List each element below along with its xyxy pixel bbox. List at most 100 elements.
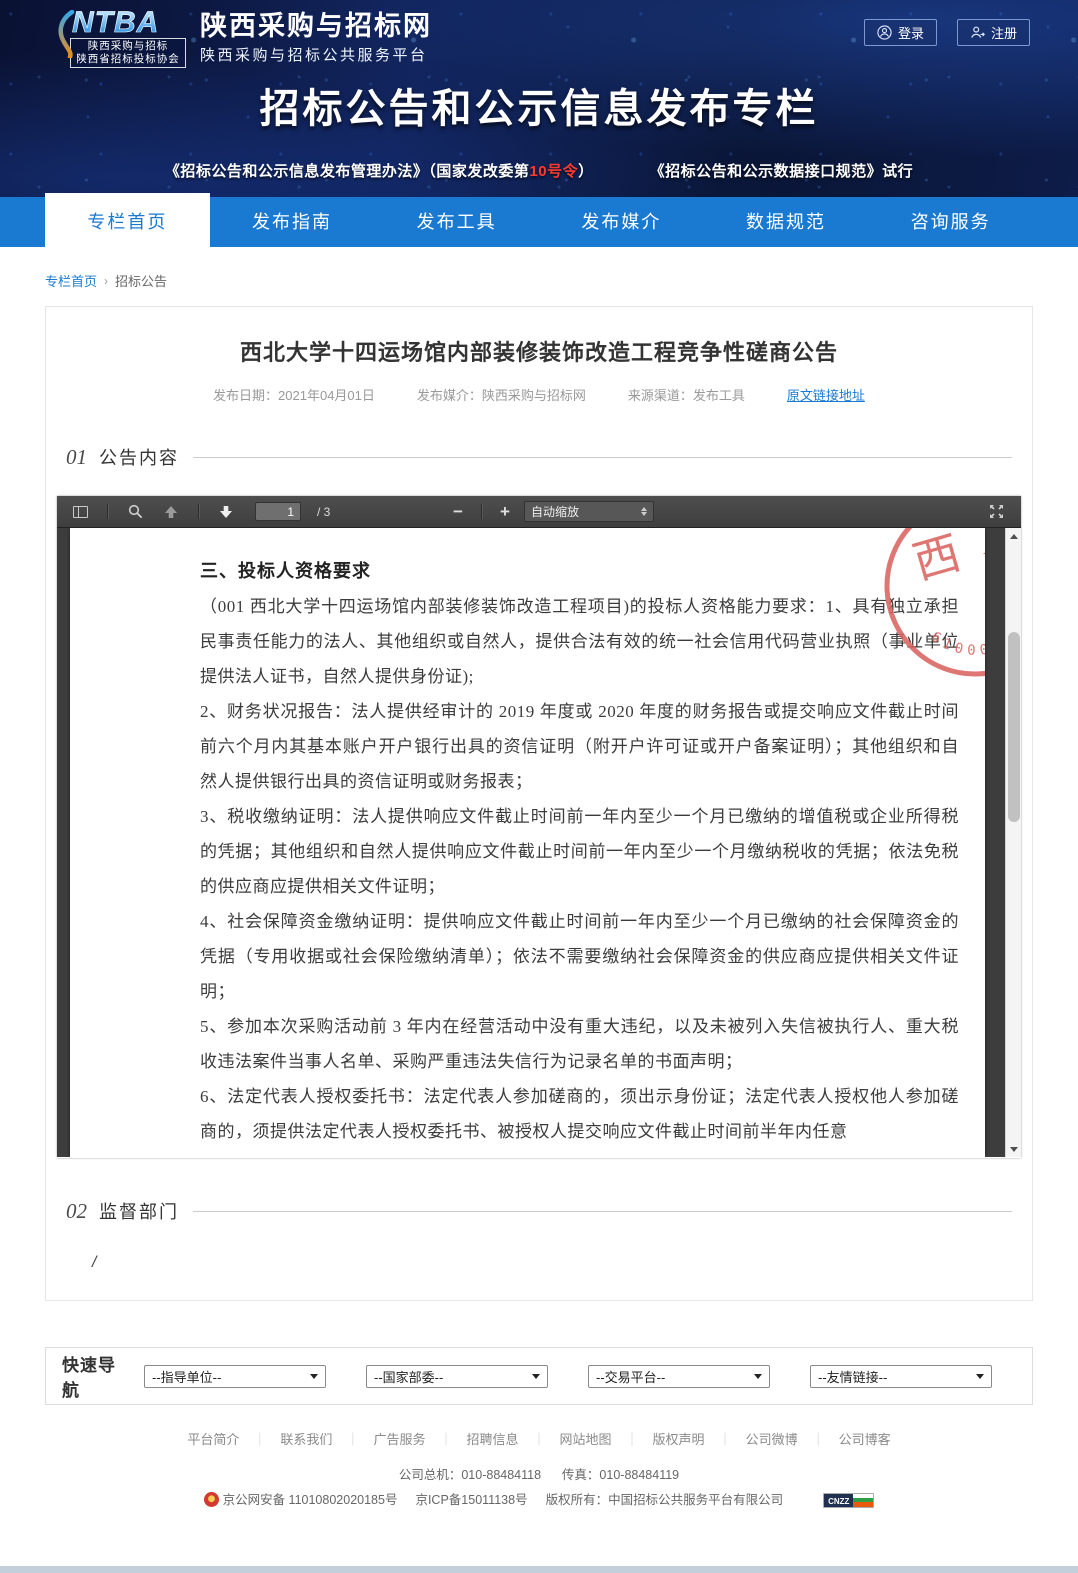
footer-link[interactable]: 版权声明	[653, 1429, 746, 1448]
footer-info: 公司总机：010-88484118 传真：010-88484119 京公网安备 …	[0, 1464, 1078, 1512]
quick-nav-select[interactable]: --友情链接--	[810, 1365, 992, 1388]
breadcrumb-home-link[interactable]: 专栏首页	[45, 271, 97, 290]
zoom-in-button[interactable]: +	[492, 500, 518, 524]
nav-tab[interactable]: 专栏首页	[45, 193, 210, 251]
meta-item: 发布日期：2021年04月01日	[213, 385, 375, 404]
page-number-input[interactable]	[255, 502, 301, 521]
toolbar-divider	[481, 504, 482, 519]
footer-link[interactable]: 招聘信息	[466, 1429, 559, 1448]
footer-phone: 公司总机：010-88484118	[399, 1468, 541, 1482]
fullscreen-button[interactable]	[983, 500, 1009, 524]
quick-nav-select[interactable]: --国家部委--	[366, 1365, 548, 1388]
logo-mark: NTBA 陕西采购与招标 陕西省招标投标协会	[58, 8, 186, 68]
scroll-down-button[interactable]	[1006, 1141, 1021, 1157]
chevron-down-icon	[976, 1374, 984, 1379]
find-button[interactable]	[122, 500, 148, 524]
zoom-level-select[interactable]: 自动缩放	[524, 501, 654, 522]
footer-links: 平台简介联系我们广告服务招聘信息网站地图版权声明公司微博公司博客	[0, 1429, 1078, 1448]
nav-tab[interactable]: 发布指南	[210, 197, 375, 247]
svg-text:西: 西	[907, 528, 966, 589]
section-02-number: 02	[66, 1199, 87, 1224]
nav-tab[interactable]: 发布媒介	[539, 197, 704, 247]
toolbar-right	[983, 500, 1009, 524]
select-value: --交易平台--	[596, 1367, 754, 1386]
pdf-paragraph: 5、参加本次采购活动前 3 年内在经营活动中没有重大违纪，以及未被列入失信被执行…	[200, 1009, 959, 1079]
arrow-down-icon	[219, 505, 233, 519]
quick-nav-label: 快速导航	[62, 1351, 126, 1401]
footer-link[interactable]: 公司博客	[839, 1429, 891, 1448]
user-icon	[877, 25, 892, 40]
breadcrumb: 专栏首页 › 招标公告	[45, 271, 1033, 290]
zoom-out-button[interactable]: −	[445, 500, 471, 524]
quick-navigation: 快速导航 --指导单位-- --国家部委-- --交易平台-- --友情链接--	[45, 1347, 1033, 1405]
login-button[interactable]: 登录	[864, 19, 937, 46]
section-divider-line	[193, 457, 1012, 458]
meta-item: 发布媒介：陕西采购与招标网	[417, 385, 586, 404]
logo-caption: 陕西采购与招标 陕西省招标投标协会	[70, 38, 186, 68]
zoom-controls: − + 自动缩放	[445, 500, 654, 524]
page-count-label: / 3	[317, 505, 330, 519]
footer-link[interactable]: 公司微博	[746, 1429, 839, 1448]
toolbar-divider	[198, 504, 199, 519]
pdf-paragraph: 3、税收缴纳证明：法人提供响应文件截止时间前一年内至少一个月已缴纳的增值税或企业…	[200, 799, 959, 904]
sidebar-toggle-button[interactable]	[67, 500, 93, 524]
supervision-content: /	[92, 1254, 1032, 1272]
next-page-button[interactable]	[213, 500, 239, 524]
section-02-title: 监督部门	[99, 1198, 179, 1224]
page-title: 西北大学十四运场馆内部装修装饰改造工程竞争性磋商公告	[46, 335, 1032, 367]
previous-page-button[interactable]	[158, 500, 184, 524]
minus-icon: −	[453, 503, 463, 520]
banner-sub-prefix: 《招标公告和公示信息发布管理办法》（国家发改委第	[165, 163, 530, 180]
site-logo[interactable]: NTBA 陕西采购与招标 陕西省招标投标协会 陕西采购与招标网 陕西采购与招标公…	[58, 8, 432, 68]
user-plus-icon	[970, 25, 985, 40]
footer-link[interactable]: 网站地图	[560, 1429, 653, 1448]
chevron-down-icon	[754, 1374, 762, 1379]
nav-tab[interactable]: 数据规范	[704, 197, 869, 247]
zoom-level-value: 自动缩放	[531, 503, 641, 520]
pdf-document-area: 6100000048 西 三、投标人资格要求 （001 西北大学十四运场馆内部装…	[57, 528, 1021, 1157]
footer-link[interactable]: 平台简介	[187, 1429, 280, 1448]
quick-nav-select[interactable]: --交易平台--	[588, 1365, 770, 1388]
main-nav: 专栏首页 发布指南 发布工具 发布媒介 数据规范 咨询服务	[0, 197, 1078, 247]
chevron-down-icon	[532, 1374, 540, 1379]
quick-nav-select[interactable]: --指导单位--	[144, 1365, 326, 1388]
meta-items: 发布日期：2021年04月01日发布媒介：陕西采购与招标网来源渠道：发布工具	[213, 385, 745, 404]
nav-tab[interactable]: 咨询服务	[868, 197, 1033, 247]
register-button[interactable]: 注册	[957, 19, 1030, 46]
article-card: 西北大学十四运场馆内部装修装饰改造工程竞争性磋商公告 发布日期：2021年04月…	[45, 306, 1033, 1301]
scrollbar-thumb[interactable]	[1008, 632, 1020, 822]
nav-tab-label: 数据规范	[746, 212, 826, 232]
banner-subtitle-left: 《招标公告和公示信息发布管理办法》（国家发改委第10号令）	[165, 160, 594, 181]
pdf-gutter	[57, 528, 70, 1157]
footer-legal-line: 京公网安备 11010802020185号 京ICP备15011138号 版权所…	[0, 1489, 1078, 1512]
pdf-paragraph: 4、社会保障资金缴纳证明：提供响应文件截止时间前一年内至少一个月已缴纳的社会保障…	[200, 904, 959, 1009]
site-name: 陕西采购与招标网	[200, 11, 432, 41]
nav-tab-label: 专栏首页	[87, 212, 167, 232]
scroll-up-button[interactable]	[1006, 528, 1021, 544]
footer-link[interactable]: 广告服务	[373, 1429, 466, 1448]
quick-nav-selects: --指导单位-- --国家部委-- --交易平台-- --友情链接--	[144, 1365, 1032, 1388]
auth-buttons: 登录 注册	[864, 19, 1030, 46]
footer-fax: 传真：010-88484119	[562, 1468, 679, 1482]
nav-tab[interactable]: 发布工具	[374, 197, 539, 247]
search-icon	[128, 504, 143, 519]
icp-number[interactable]: 京ICP备15011138号	[415, 1489, 527, 1512]
nav-tab-label: 发布指南	[252, 212, 332, 232]
page-bottom-bar	[0, 1566, 1078, 1573]
cnzz-stat-badge[interactable]: CNZZ	[823, 1493, 874, 1508]
origin-link[interactable]: 原文链接地址	[787, 385, 865, 404]
footer-link[interactable]: 联系我们	[280, 1429, 373, 1448]
nav-tab-label: 发布媒介	[581, 212, 661, 232]
pdf-doc-body: （001 西北大学十四运场馆内部装修装饰改造工程项目)的投标人资格能力要求：1、…	[200, 589, 959, 1149]
nav-tabs: 专栏首页 发布指南 发布工具 发布媒介 数据规范 咨询服务	[45, 197, 1033, 247]
banner-subtitle-right: 《招标公告和公示数据接口规范》试行	[650, 160, 914, 181]
logo-swoosh-icon	[56, 10, 76, 58]
chevron-down-icon	[310, 1374, 318, 1379]
triangle-up-icon	[1010, 534, 1018, 539]
site-names: 陕西采购与招标网 陕西采购与招标公共服务平台	[200, 11, 432, 65]
sidebar-icon	[73, 506, 88, 518]
red-seal-stamp: 6100000048 西	[875, 528, 985, 686]
police-badge-icon	[204, 1492, 219, 1507]
banner-subtitle: 《招标公告和公示信息发布管理办法》（国家发改委第10号令） 《招标公告和公示数据…	[0, 160, 1078, 181]
triangle-down-icon	[1010, 1147, 1018, 1152]
